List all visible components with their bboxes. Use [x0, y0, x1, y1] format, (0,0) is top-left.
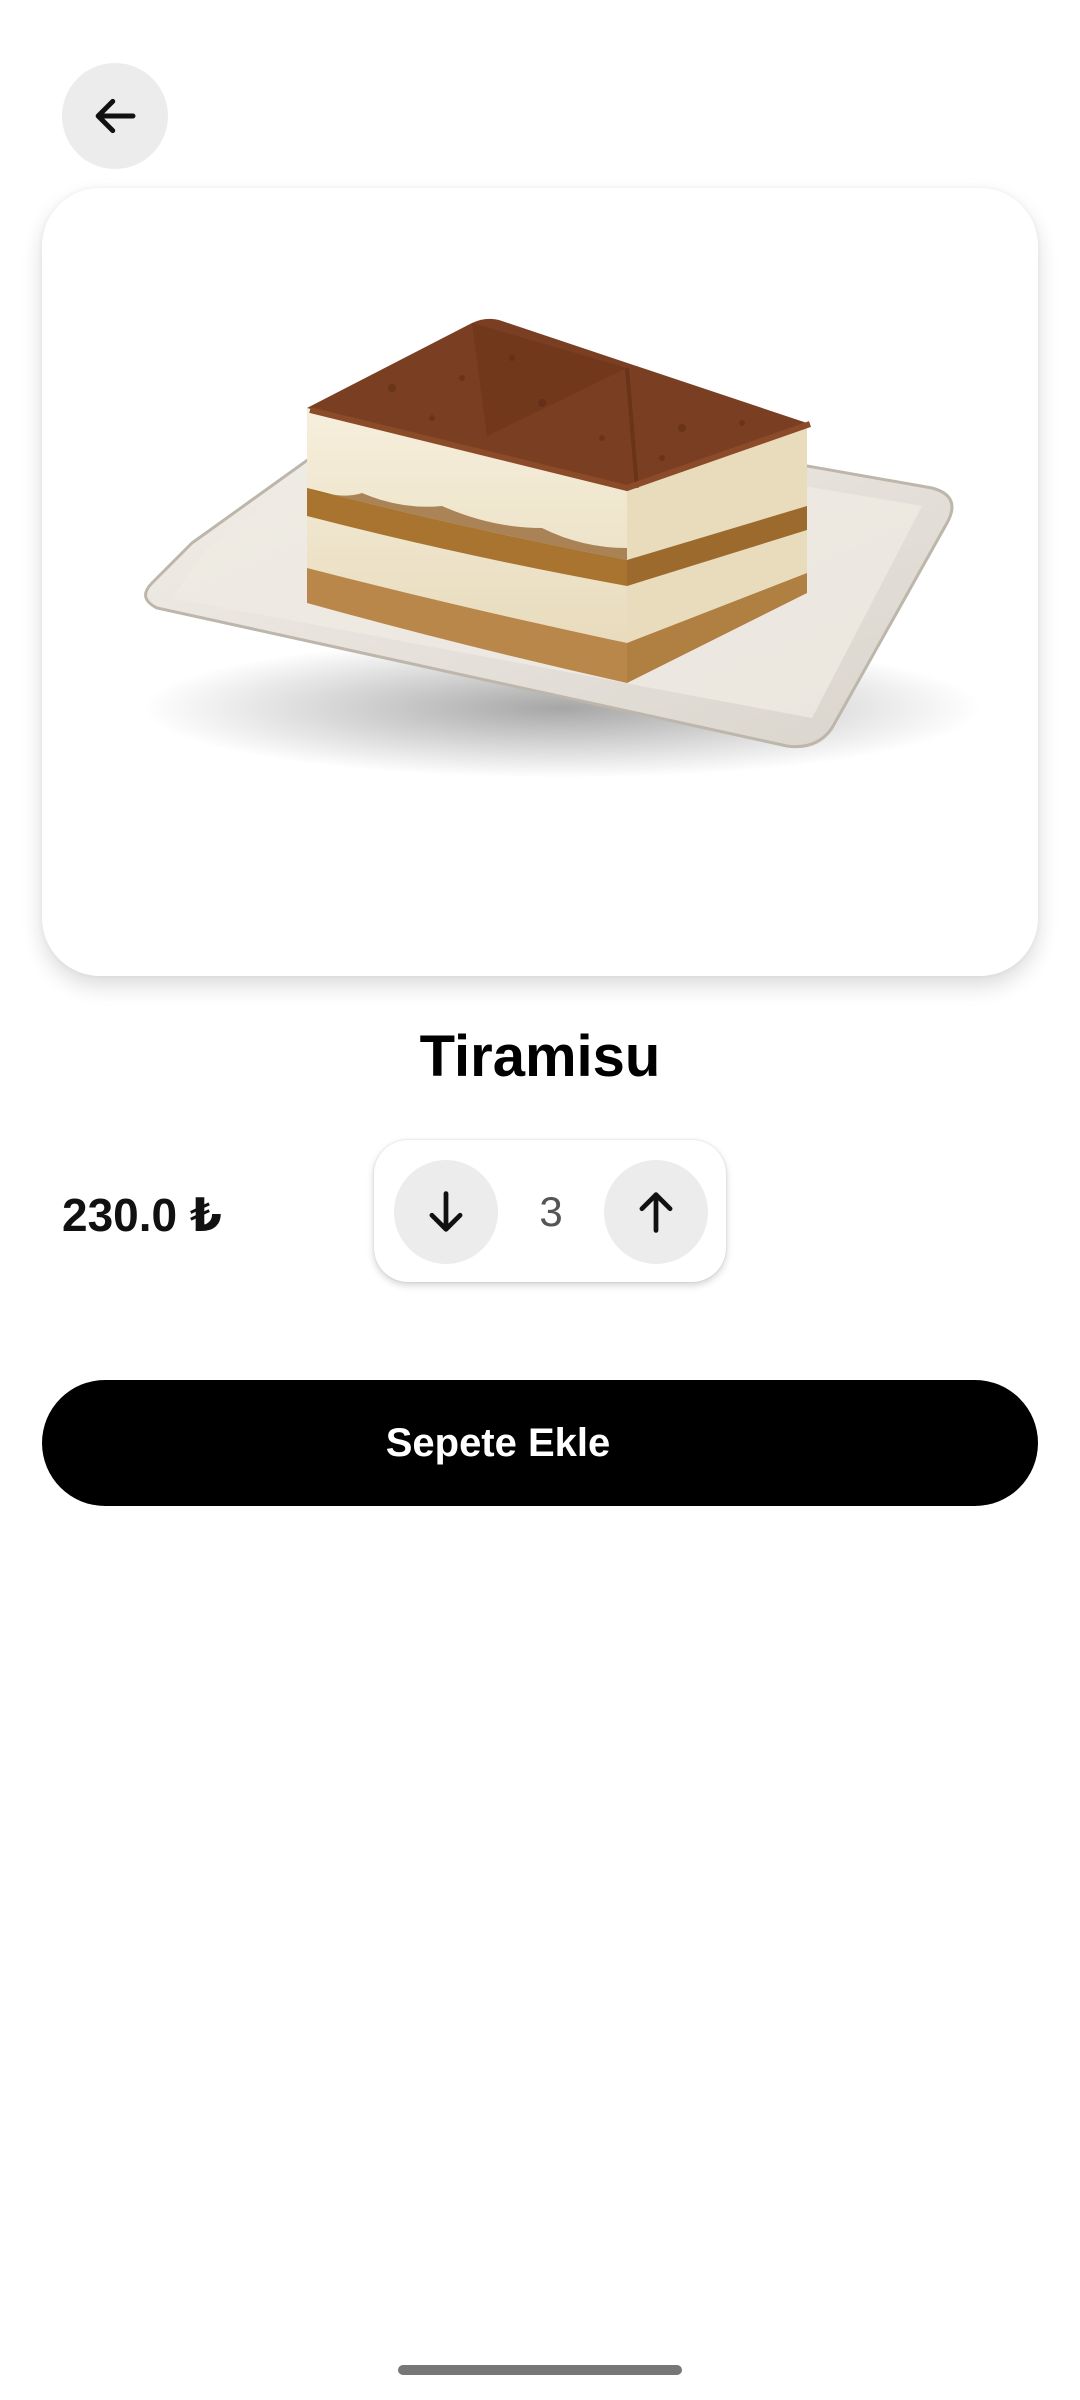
add-to-cart-label: Sepete Ekle — [385, 1420, 611, 1465]
add-to-cart-button[interactable]: Sepete Ekle — [42, 1380, 1038, 1506]
arrow-up-icon — [639, 1192, 673, 1233]
arrow-down-icon — [429, 1191, 463, 1232]
quantity-stepper: 3 — [374, 1140, 726, 1282]
decrease-quantity-button[interactable] — [394, 1160, 498, 1264]
back-button[interactable] — [62, 63, 168, 169]
product-price: 230.0 ₺ — [62, 1189, 222, 1241]
product-image — [142, 318, 982, 778]
product-detail-screen: Tiramisu 230.0 ₺ 3 Sepete Ekle — [0, 0, 1080, 2400]
home-indicator[interactable] — [398, 2365, 682, 2375]
quantity-value: 3 — [539, 1188, 563, 1235]
arrow-left-icon — [95, 98, 136, 134]
product-title: Tiramisu — [419, 1024, 661, 1089]
increase-quantity-button[interactable] — [604, 1160, 708, 1264]
product-image-card — [42, 188, 1038, 976]
